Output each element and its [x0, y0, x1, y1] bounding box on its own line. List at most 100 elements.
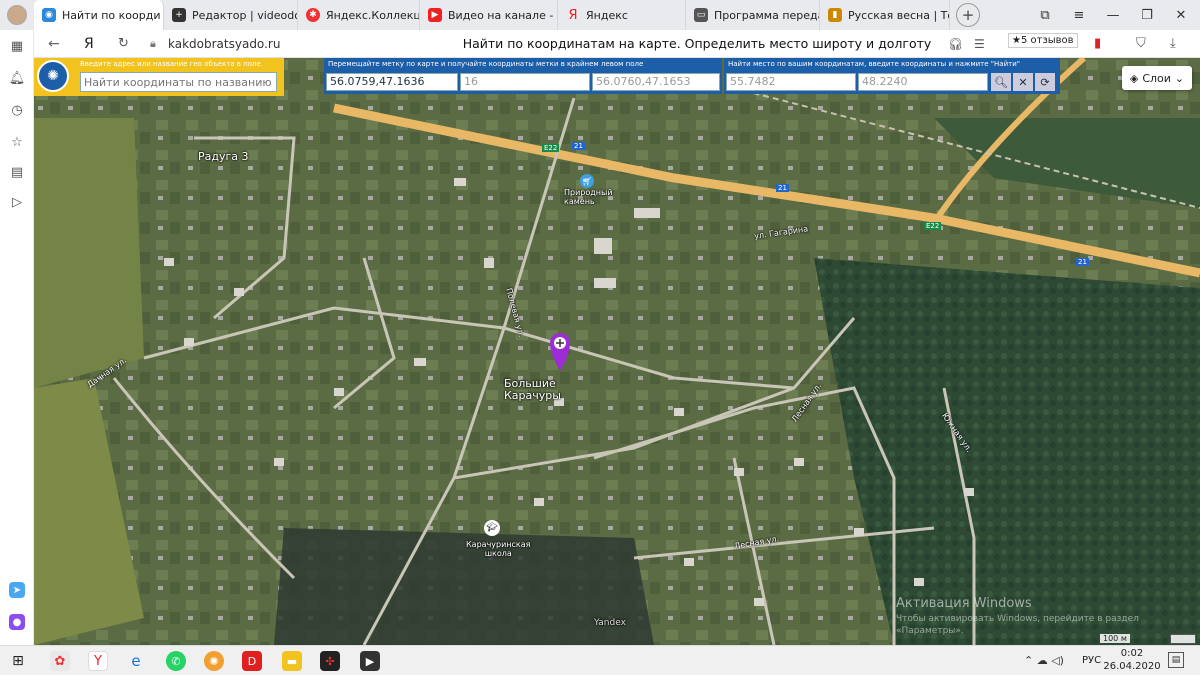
longitude-field[interactable]: 48.2240	[858, 73, 988, 91]
layers-label: Слои	[1142, 71, 1171, 85]
label-e22: E22	[924, 222, 942, 230]
notes-icon[interactable]: ▤	[9, 164, 25, 180]
lock-icon: 🔒︎	[150, 36, 156, 50]
reload-icon[interactable]: ↻	[118, 36, 129, 51]
tv-icon: ▭	[694, 8, 708, 22]
coord-panel-hint: Перемещайте метку по карте и получайте к…	[328, 60, 644, 68]
language-indicator[interactable]: РУС	[1082, 655, 1101, 666]
game-icon[interactable]: ✣	[320, 651, 340, 671]
collections-icon: ✱	[306, 8, 320, 22]
windows-start-icon[interactable]: ⊞	[8, 651, 28, 671]
yandex-browser-icon[interactable]: Y	[88, 651, 108, 671]
search-hint: Введите адрес или название гео объекта в…	[80, 60, 261, 68]
school-icon[interactable]: 🎓︎	[484, 520, 500, 536]
tab-find-coordinates[interactable]: ◉ Найти по коорди ✕	[34, 0, 164, 30]
address-bar: ← Я ↻ 🔒︎ kakdobratsyado.ru Найти по коор…	[34, 30, 1200, 58]
new-tab-button[interactable]: +	[956, 3, 980, 27]
tab-collections[interactable]: ✱ Яндекс.Коллекции	[298, 0, 420, 30]
apps-grid-icon[interactable]: ▦	[9, 38, 25, 54]
scale-label: 100 м	[1103, 634, 1127, 643]
tab-title: Программа передач	[714, 8, 820, 22]
satellite-map[interactable]: ✺ Введите адрес или название гео объекта…	[34, 58, 1200, 645]
windows-taskbar: ⊞ ✿ Y e ✆ ✺ D ▬ ✣ ▶ ⌃ ☁ ◁) РУС 0:02 26.0…	[0, 645, 1200, 675]
yandex-icon: Я	[568, 7, 578, 23]
alice-icon[interactable]: ●	[9, 614, 25, 630]
search-icon[interactable]: 🔍︎	[991, 73, 1011, 91]
reviews-badge[interactable]: ★5 отзывов	[1008, 33, 1078, 48]
headphones-icon[interactable]: 🎧︎	[948, 37, 963, 51]
refresh-icon[interactable]: ⟳	[1035, 73, 1055, 91]
d-app-icon[interactable]: D	[242, 651, 262, 671]
profile-avatar[interactable]	[0, 0, 34, 30]
find-panel-hint: Найти место по вашим координатам, введит…	[728, 60, 1020, 68]
label-route-21: 21	[572, 142, 585, 150]
reader-mode-icon[interactable]: ☰	[974, 37, 985, 51]
shop-icon[interactable]: 🛒︎	[580, 174, 594, 188]
search-input[interactable]	[80, 72, 277, 92]
label-school: Карачуринская школа	[466, 540, 531, 558]
tab-yandex[interactable]: Я Яндекс	[558, 0, 686, 30]
pinwheel-icon[interactable]: ✺	[204, 651, 224, 671]
notifications-icon[interactable]: ▤	[1168, 652, 1184, 668]
label-raduga: Радуга 3	[198, 150, 249, 163]
tab-title: Русская весна | Толь	[848, 8, 949, 22]
tabs-overview-icon[interactable]: ⧉	[1028, 0, 1062, 30]
flag-icon: ▮	[828, 8, 842, 22]
label-store: Природный камень	[564, 188, 613, 206]
clock-icon[interactable]: ◷	[9, 102, 25, 118]
activation-watermark-text: «Параметры».	[896, 626, 964, 636]
chevron-down-icon: ⌄	[1174, 71, 1185, 85]
find-panel: Найти место по вашим координатам, введит…	[724, 58, 1060, 94]
tab-title: Видео на канале - Yo	[448, 8, 558, 22]
bell-icon[interactable]: 🔔︎	[9, 70, 26, 86]
star-icon[interactable]: ☆	[9, 134, 25, 150]
tab-title: Найти по коорди	[62, 8, 161, 22]
clear-icon[interactable]: ✕	[1013, 73, 1033, 91]
layers-icon: ◈	[1129, 71, 1139, 85]
back-arrow-icon[interactable]: ←	[48, 36, 60, 52]
edge-icon[interactable]: e	[126, 651, 146, 671]
site-logo-icon[interactable]: ✺	[37, 60, 69, 92]
tab-russian-spring[interactable]: ▮ Русская весна | Толь	[820, 0, 950, 30]
video-editor-icon[interactable]: ▶	[360, 651, 380, 671]
globe-icon: ◉	[42, 8, 56, 22]
scale-bar: 100 м	[1100, 634, 1130, 643]
coord-panel: Перемещайте метку по карте и получайте к…	[324, 58, 722, 94]
plus-square-icon: +	[172, 8, 186, 22]
zoom-field[interactable]: 16	[460, 73, 590, 91]
tab-bar: ◉ Найти по коорди ✕ + Редактор | videodo…	[0, 0, 1200, 30]
tray-icons[interactable]: ⌃ ☁ ◁)	[1024, 654, 1064, 667]
bookmark-icon[interactable]: ▮	[1094, 36, 1101, 51]
app-flower-icon[interactable]: ✿	[50, 651, 70, 671]
label-route-21: 21	[1076, 258, 1089, 266]
tab-youtube[interactable]: ▶ Видео на канале - Yo	[420, 0, 558, 30]
tab-editor[interactable]: + Редактор | videodoro	[164, 0, 298, 30]
close-window-button[interactable]: ✕	[1164, 0, 1198, 30]
yandex-logo-icon[interactable]: Я	[84, 36, 94, 52]
corner-coords-field[interactable]: 56.0760,47.1653	[592, 73, 720, 91]
layers-button[interactable]: ◈ Слои ⌄	[1122, 66, 1192, 90]
marker-coords-field[interactable]: 56.0759,47.1636	[326, 73, 458, 91]
folder-icon[interactable]: ▬	[282, 651, 302, 671]
youtube-icon: ▶	[428, 8, 442, 22]
minimize-button[interactable]: —	[1096, 0, 1130, 30]
download-icon[interactable]: ⤓	[1170, 36, 1176, 51]
clock-date[interactable]: 26.04.2020	[1102, 661, 1162, 672]
url-text[interactable]: kakdobratsyado.ru	[168, 37, 280, 51]
map-imagery	[34, 58, 1200, 645]
restore-button[interactable]: ❐	[1130, 0, 1164, 30]
protect-icon[interactable]: ⛉	[1136, 36, 1146, 51]
tab-title: Яндекс.Коллекции	[326, 8, 420, 22]
menu-icon[interactable]: ≡	[1062, 0, 1096, 30]
tab-tv[interactable]: ▭ Программа передач	[686, 0, 820, 30]
clock-time[interactable]: 0:02	[1108, 648, 1156, 659]
latitude-field[interactable]: 55.7482	[726, 73, 856, 91]
send-icon[interactable]: ➤	[9, 582, 25, 598]
activation-watermark-text: Чтобы активировать Windows, перейдите в …	[896, 614, 1139, 624]
ruler-icon[interactable]	[1170, 634, 1196, 644]
search-panel: ✺ Введите адрес или название гео объекта…	[34, 58, 284, 96]
avatar-icon	[7, 5, 27, 25]
whatsapp-icon[interactable]: ✆	[166, 651, 186, 671]
label-route-21: 21	[776, 184, 789, 192]
play-icon[interactable]: ▷	[9, 194, 25, 210]
